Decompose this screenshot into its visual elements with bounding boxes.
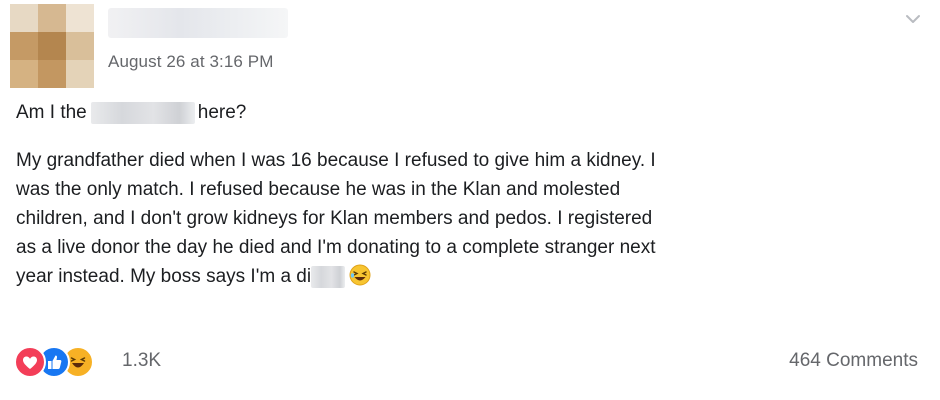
redacted-word	[311, 265, 346, 288]
post-line: as a live donor the day he died and I'm …	[16, 237, 656, 258]
post-title: Am I the here?	[16, 102, 246, 124]
post-line: My grandfather died when I was 16 becaus…	[16, 150, 656, 171]
post-body: My grandfather died when I was 16 becaus…	[16, 146, 921, 291]
post-line: children, and I don't grow kidneys for K…	[16, 208, 653, 229]
reaction-count[interactable]: 1.3K	[122, 350, 161, 372]
facebook-post: August 26 at 3:16 PM Am I the here? My gr…	[0, 0, 940, 400]
chevron-down-icon	[906, 15, 920, 23]
avatar-pixelated[interactable]	[10, 4, 94, 88]
post-title-start: Am I the	[16, 102, 87, 124]
comments-count-link[interactable]: 464 Comments	[789, 350, 918, 372]
author-name-redacted[interactable]	[108, 8, 288, 38]
post-title-end: here?	[197, 102, 247, 124]
post-last-line: year instead. My boss says I'm a di	[16, 262, 921, 291]
post-line: was the only match. I refused because he…	[16, 179, 621, 200]
love-reaction-icon[interactable]	[14, 346, 46, 378]
laughing-emoji-icon	[349, 264, 371, 286]
post-line: year instead. My boss says I'm a di	[16, 266, 312, 287]
redacted-word	[90, 102, 195, 124]
chevron-down-icon[interactable]	[902, 8, 924, 30]
post-timestamp[interactable]: August 26 at 3:16 PM	[108, 52, 274, 72]
